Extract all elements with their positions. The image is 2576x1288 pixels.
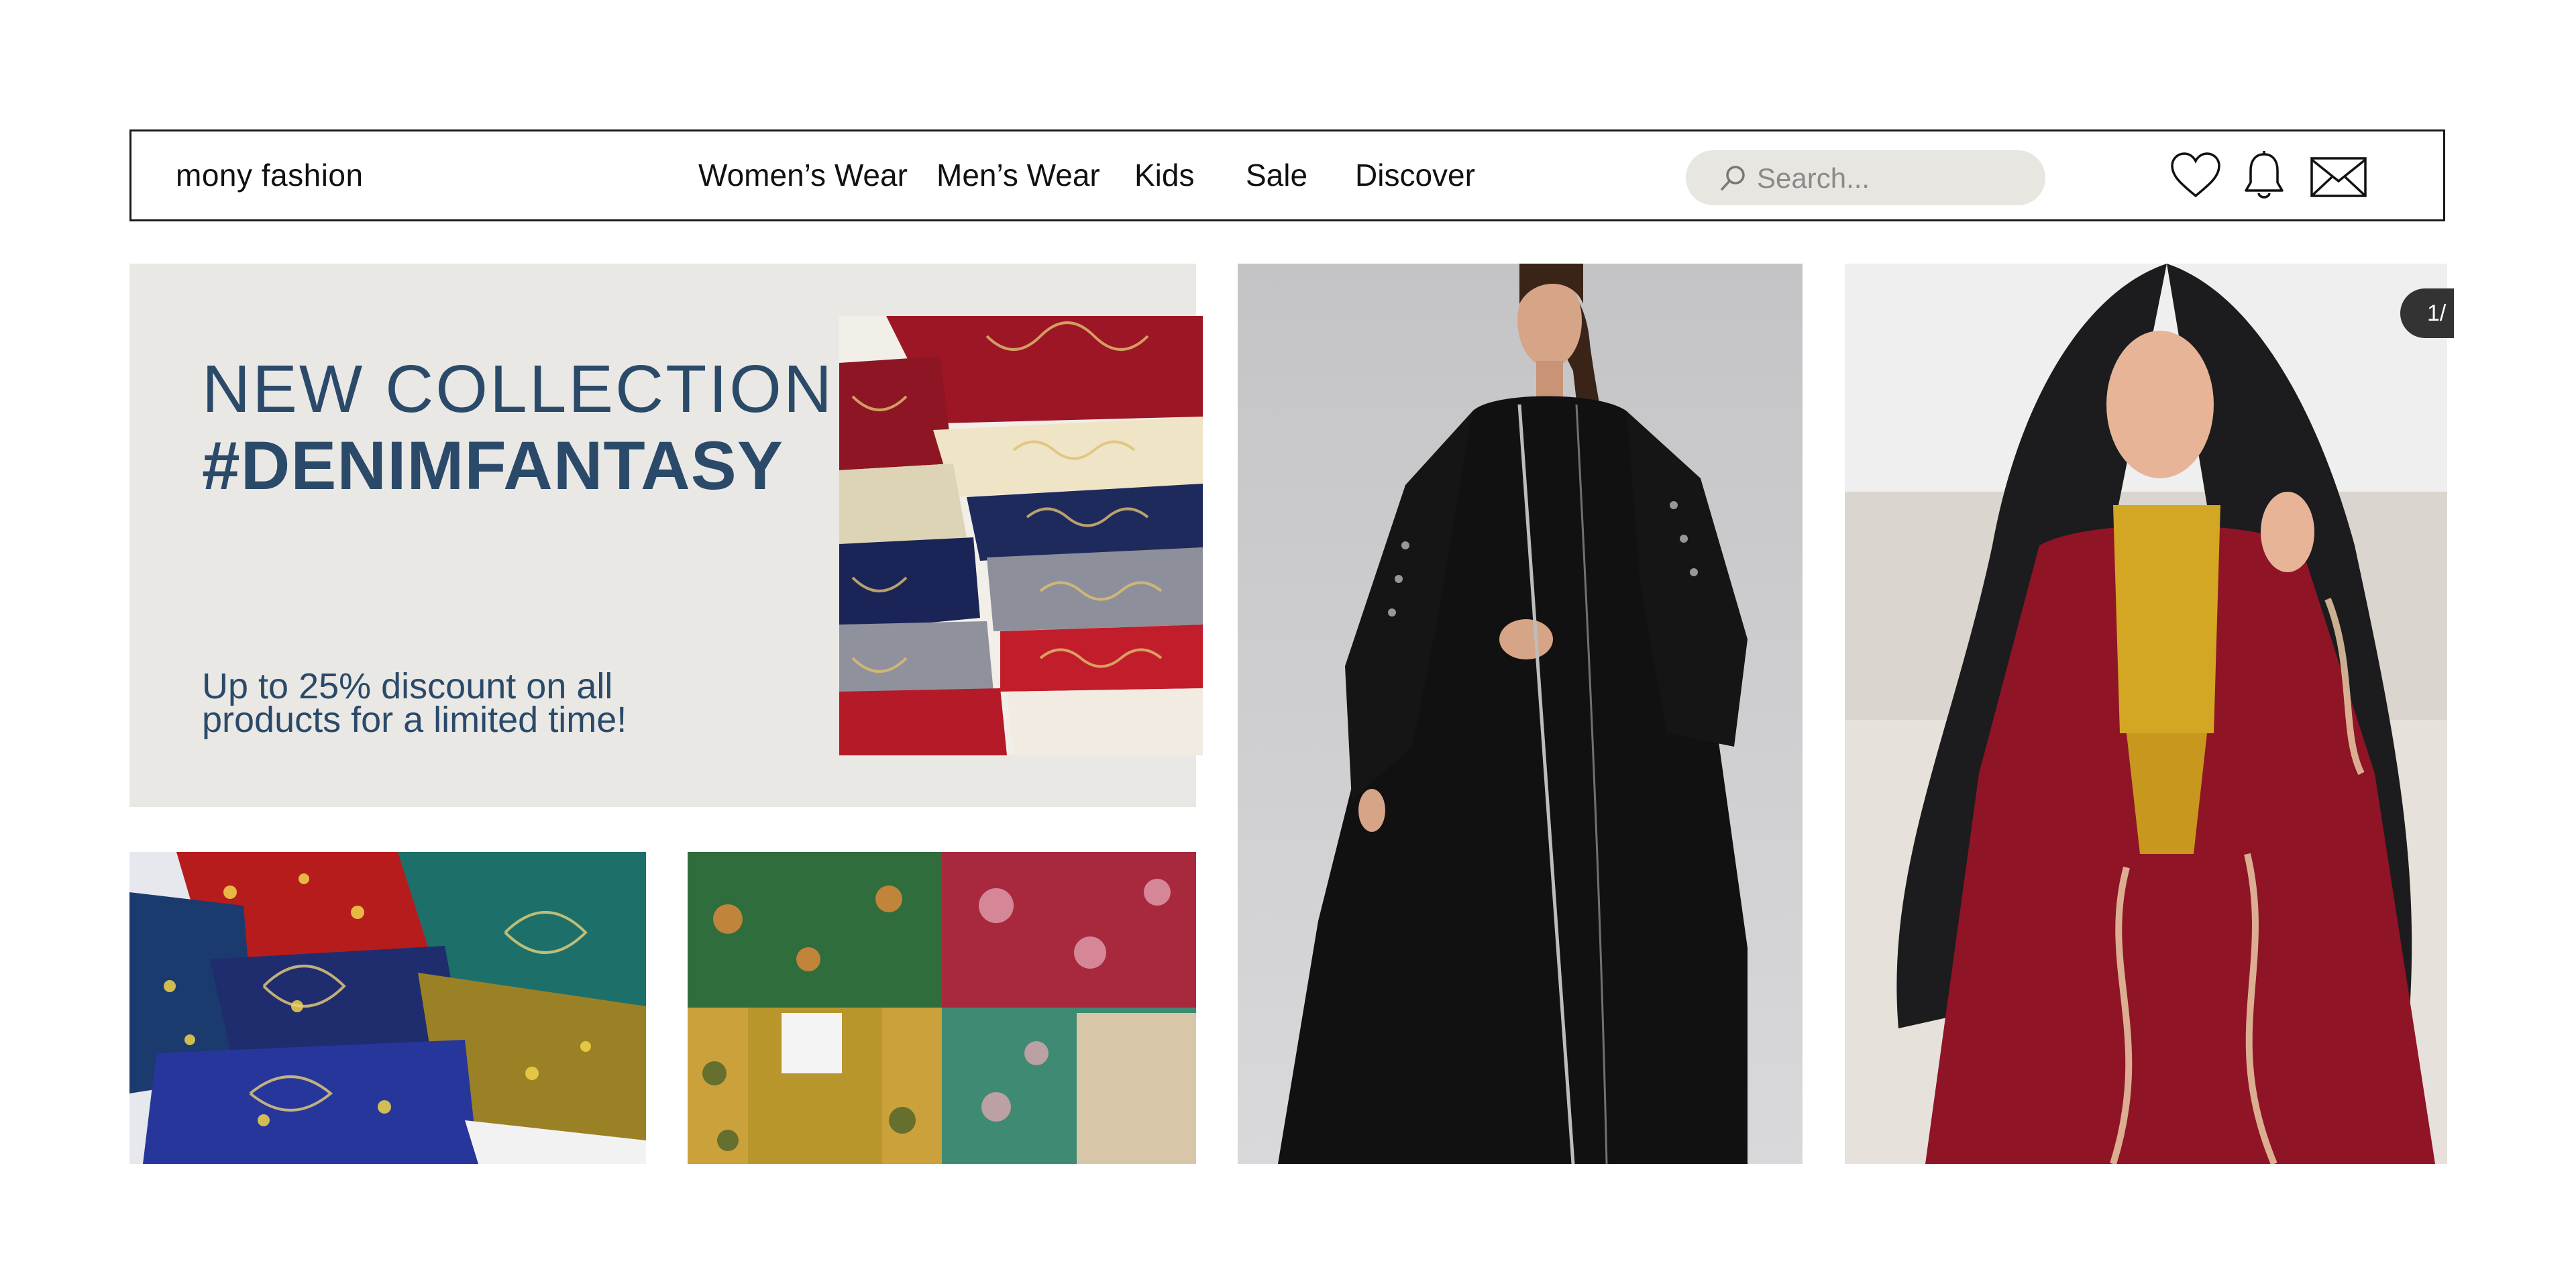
- nav-kids[interactable]: Kids: [1134, 131, 1194, 219]
- bell-icon[interactable]: [2243, 150, 2285, 201]
- nav-womens-wear[interactable]: Women’s Wear: [698, 131, 908, 219]
- mail-icon[interactable]: [2310, 157, 2367, 197]
- promo-subtitle: Up to 25% discount on all products for a…: [202, 666, 627, 740]
- nav-discover[interactable]: Discover: [1355, 131, 1475, 219]
- brand-logo[interactable]: mony fashion: [176, 131, 364, 219]
- promo-title-line2: #DENIMFANTASY: [202, 427, 784, 504]
- promo-title-line1: NEW COLLECTION:: [202, 352, 855, 427]
- carousel-counter: 1/: [2400, 288, 2454, 338]
- product-image-red-dress[interactable]: [1845, 264, 2447, 1164]
- nav-mens-wear[interactable]: Men’s Wear: [936, 131, 1100, 219]
- search-bar[interactable]: [1686, 150, 2045, 207]
- search-icon: [1721, 166, 1745, 191]
- promo-fabric-image: [839, 316, 1203, 755]
- promo-banner[interactable]: NEW COLLECTION: #DENIMFANTASY Up to 25% …: [129, 264, 1203, 807]
- heart-icon[interactable]: [2169, 152, 2222, 200]
- fabric-tile-paisley[interactable]: [129, 852, 646, 1164]
- nav-sale[interactable]: Sale: [1246, 131, 1307, 219]
- search-input[interactable]: [1756, 150, 2027, 207]
- top-navigation-bar: mony fashion Women’s Wear Men’s Wear Kid…: [129, 129, 2445, 221]
- fabric-tile-floral[interactable]: [688, 852, 1196, 1164]
- product-image-black-abaya[interactable]: [1238, 264, 1803, 1164]
